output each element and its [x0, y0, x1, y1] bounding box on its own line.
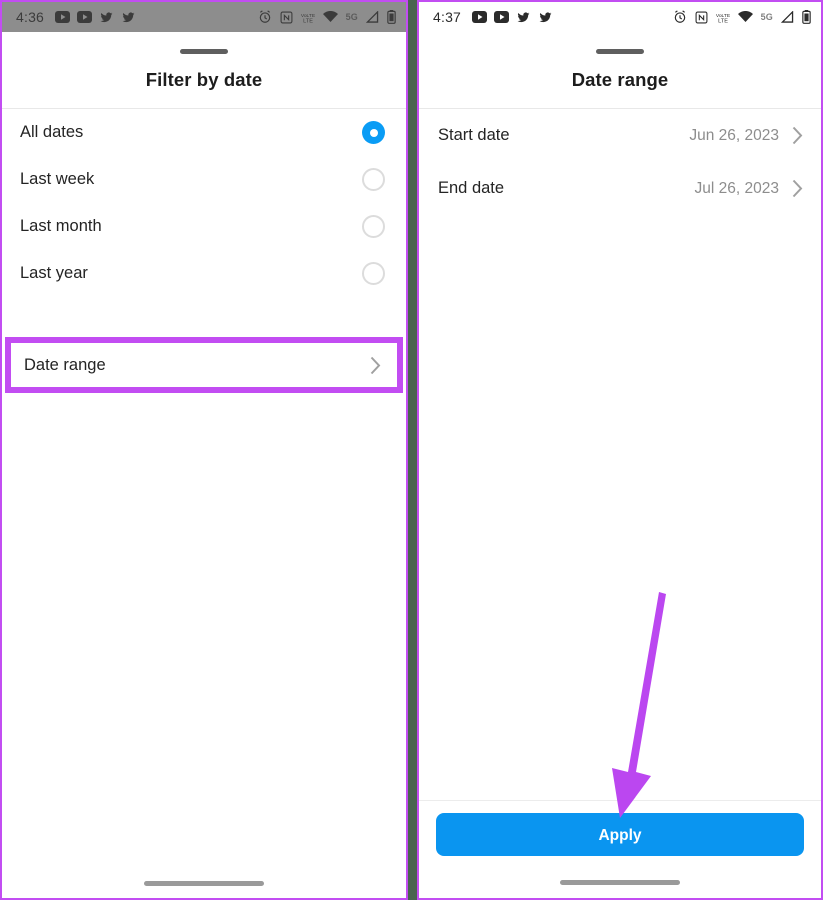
- date-range-highlight-box: Date range: [5, 337, 403, 393]
- sheet-title: Filter by date: [145, 69, 263, 90]
- status-bar-notification-icons: [55, 11, 136, 24]
- nfc-icon: [695, 11, 708, 23]
- radio-button[interactable]: [362, 168, 385, 191]
- signal-icon: [366, 11, 379, 23]
- 5g-icon: 5G: [760, 12, 773, 22]
- option-label: All dates: [20, 123, 84, 141]
- svg-text:LTE: LTE: [718, 18, 728, 24]
- sheet-title: Date range: [571, 69, 669, 90]
- status-bar-notification-icons: [472, 11, 553, 24]
- wifi-icon: [737, 11, 753, 22]
- filter-option-all-dates[interactable]: All dates: [2, 109, 406, 156]
- status-bar-left: 4:36 VoLTE LTE 5G: [2, 2, 406, 32]
- filter-option-last-month[interactable]: Last month: [2, 203, 406, 250]
- status-bar-system-icons: VoLTE LTE 5G: [258, 10, 396, 24]
- apply-divider: [419, 800, 821, 801]
- apply-footer: Apply: [419, 800, 821, 898]
- date-range-bottom-sheet: Date range Start date Jun 26, 2023 End d…: [419, 32, 821, 898]
- filter-option-date-range[interactable]: Date range: [11, 343, 397, 387]
- youtube-icon: [77, 11, 93, 23]
- option-label: Last week: [20, 170, 95, 188]
- twitter-icon: [100, 11, 113, 22]
- radio-button-selected[interactable]: [362, 121, 385, 144]
- status-bar-time: 4:36: [16, 9, 45, 25]
- chevron-right-icon: [370, 356, 381, 374]
- status-bar-time: 4:37: [433, 9, 462, 25]
- alarm-icon: [259, 10, 270, 23]
- phone-panel-right: 4:37 VoLTE LTE 5G Date range Start date …: [417, 0, 823, 900]
- svg-text:LTE: LTE: [303, 18, 313, 24]
- battery-icon: [802, 10, 811, 24]
- battery-icon: [387, 10, 396, 24]
- nfc-icon: [280, 11, 293, 23]
- start-date-label: Start date: [438, 126, 510, 144]
- end-date-label: End date: [438, 179, 505, 197]
- chevron-right-icon: [792, 126, 803, 145]
- screenshot-root: 4:36 VoLTE LTE 5G Filter by date All dat…: [0, 0, 823, 900]
- end-date-value: Jul 26, 2023: [694, 179, 779, 197]
- start-date-value: Jun 26, 2023: [689, 126, 779, 144]
- home-indicator: [144, 881, 264, 886]
- volte-icon: VoLTELTE: [301, 12, 315, 24]
- option-label: Last month: [20, 217, 102, 235]
- phone-panel-left: 4:36 VoLTE LTE 5G Filter by date All dat…: [0, 0, 408, 900]
- twitter-icon: [539, 11, 552, 22]
- option-label: Date range: [24, 355, 106, 374]
- apply-button[interactable]: Apply: [436, 813, 804, 856]
- status-bar-system-icons: VoLTE LTE 5G: [673, 10, 811, 24]
- status-bar-right: 4:37 VoLTE LTE 5G: [419, 2, 821, 32]
- signal-icon: [781, 11, 794, 23]
- wifi-icon: [322, 11, 338, 22]
- youtube-icon: [472, 11, 488, 23]
- end-date-row[interactable]: End date Jul 26, 2023: [419, 162, 821, 215]
- filter-bottom-sheet: Filter by date All dates Last week Last …: [2, 32, 406, 898]
- twitter-icon: [122, 11, 135, 22]
- filter-option-last-week[interactable]: Last week: [2, 156, 406, 203]
- twitter-icon: [517, 11, 530, 22]
- filter-option-last-year[interactable]: Last year: [2, 250, 406, 297]
- youtube-icon: [494, 11, 510, 23]
- 5g-icon: 5G: [345, 12, 358, 22]
- home-indicator: [560, 880, 680, 885]
- chevron-right-icon: [792, 179, 803, 198]
- option-label: Last year: [20, 264, 88, 282]
- radio-button[interactable]: [362, 215, 385, 238]
- volte-icon: VoLTELTE: [716, 12, 730, 24]
- radio-button[interactable]: [362, 262, 385, 285]
- youtube-icon: [55, 11, 71, 23]
- alarm-icon: [674, 10, 685, 23]
- start-date-row[interactable]: Start date Jun 26, 2023: [419, 109, 821, 162]
